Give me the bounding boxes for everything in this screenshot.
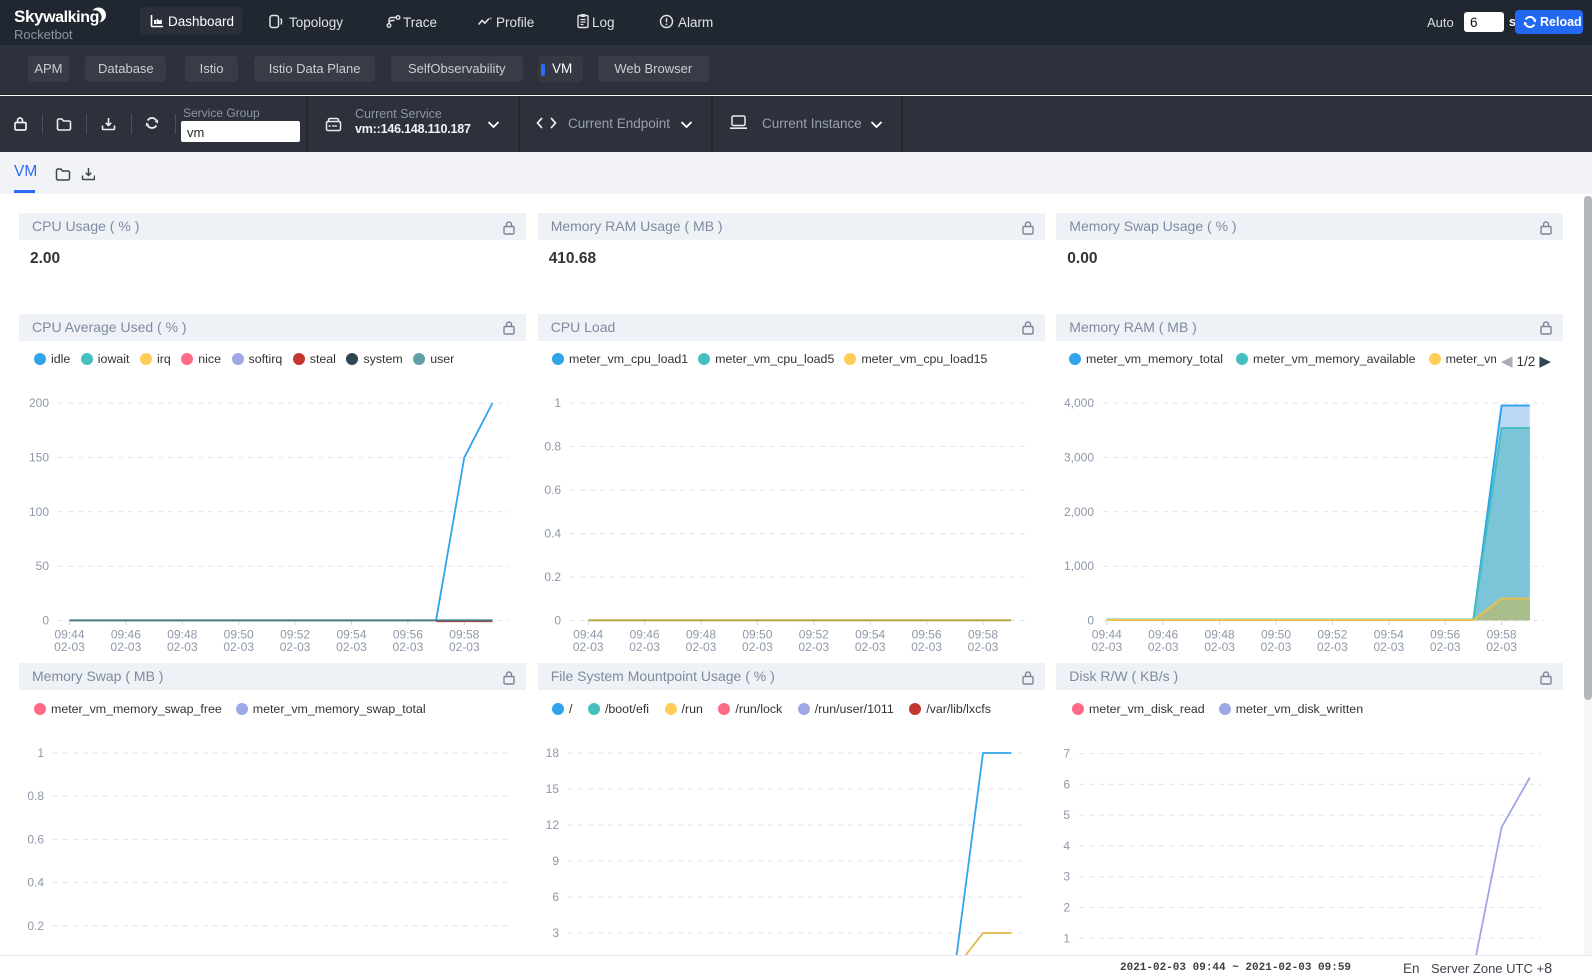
svg-text:02-03: 02-03 [336,640,367,654]
svg-text:02-03: 02-03 [1430,640,1461,654]
svg-text:100: 100 [29,505,49,519]
svg-text:02-03: 02-03 [1091,640,1122,654]
svg-text:15: 15 [546,782,560,796]
svg-text:2,000: 2,000 [1064,505,1094,519]
svg-text:02-03: 02-03 [1204,640,1235,654]
svg-text:6: 6 [1063,777,1070,791]
svg-text:12: 12 [546,818,560,832]
svg-text:1: 1 [554,396,561,410]
svg-text:02-03: 02-03 [686,640,717,654]
svg-text:9: 9 [552,854,559,868]
svg-text:1: 1 [37,746,44,760]
svg-text:0.6: 0.6 [27,832,44,846]
svg-text:02-03: 02-03 [1261,640,1292,654]
svg-text:150: 150 [29,450,49,464]
svg-text:02-03: 02-03 [742,640,773,654]
svg-text:02-03: 02-03 [449,640,480,654]
svg-text:02-03: 02-03 [223,640,254,654]
svg-text:5: 5 [1063,808,1070,822]
svg-text:02-03: 02-03 [167,640,198,654]
svg-text:3: 3 [1063,870,1070,884]
svg-text:1: 1 [1063,931,1070,945]
svg-text:0.4: 0.4 [27,876,44,890]
svg-text:4: 4 [1063,839,1070,853]
svg-text:0.8: 0.8 [27,789,44,803]
svg-text:02-03: 02-03 [911,640,942,654]
svg-text:02-03: 02-03 [1148,640,1179,654]
svg-text:0.2: 0.2 [27,919,44,933]
svg-text:6: 6 [552,890,559,904]
svg-text:4,000: 4,000 [1064,396,1094,410]
svg-text:02-03: 02-03 [1486,640,1517,654]
svg-text:02-03: 02-03 [111,640,142,654]
svg-text:02-03: 02-03 [798,640,829,654]
svg-text:02-03: 02-03 [1373,640,1404,654]
svg-text:02-03: 02-03 [54,640,85,654]
svg-text:0.8: 0.8 [544,440,561,454]
svg-text:0.6: 0.6 [544,483,561,497]
svg-text:02-03: 02-03 [573,640,604,654]
svg-text:3: 3 [552,926,559,940]
svg-text:02-03: 02-03 [968,640,999,654]
svg-text:0.4: 0.4 [544,527,561,541]
svg-text:50: 50 [36,559,50,573]
svg-text:3,000: 3,000 [1064,450,1094,464]
svg-text:2: 2 [1063,901,1070,915]
svg-text:1,000: 1,000 [1064,559,1094,573]
svg-text:0.2: 0.2 [544,570,561,584]
svg-text:0: 0 [554,614,561,628]
svg-text:0: 0 [42,614,49,628]
svg-text:0: 0 [1087,614,1094,628]
svg-text:02-03: 02-03 [1317,640,1348,654]
svg-text:18: 18 [546,746,560,760]
svg-text:02-03: 02-03 [629,640,660,654]
svg-text:02-03: 02-03 [280,640,311,654]
svg-text:200: 200 [29,396,49,410]
svg-text:7: 7 [1063,747,1070,761]
svg-text:02-03: 02-03 [855,640,886,654]
svg-text:02-03: 02-03 [393,640,424,654]
